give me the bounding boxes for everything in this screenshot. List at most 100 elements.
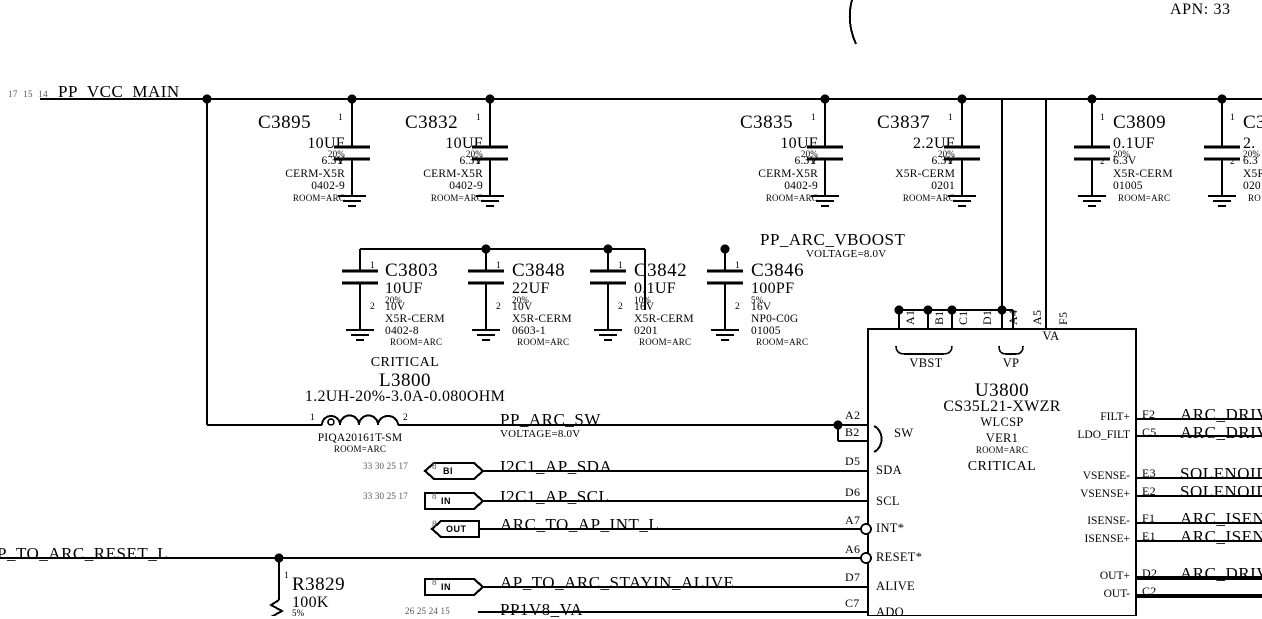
ic-right-pinnum-c5: C5 — [1142, 425, 1157, 439]
cap-pin1: 1 — [1230, 113, 1235, 123]
ic-right-pinnum-f2: F2 — [1142, 407, 1156, 421]
ic-left-fn-scl: SCL — [876, 494, 900, 508]
ic-right-fn-out-minus: OUT- — [1103, 588, 1130, 600]
cap-room: ROOM=ARC — [1118, 193, 1171, 203]
ic-top-pin-c1: C1 — [956, 310, 970, 325]
net-label-right-0: ARC_DRIV — [1180, 405, 1262, 424]
cap-room: ROOM=ARC — [756, 337, 809, 347]
cap-pin2: 2 — [338, 157, 343, 167]
cap-refdes: C3895 — [258, 112, 312, 133]
ic-left-fn-reset: RESET* — [876, 550, 923, 564]
cap-dielectric: CERM-X5R — [285, 168, 345, 180]
ic-group-vbst: VBST — [909, 356, 943, 370]
ic-left-pinnum-d5: D5 — [845, 454, 861, 468]
ic-top-pin-b1: B1 — [932, 310, 946, 325]
cap-pin1: 1 — [370, 261, 375, 271]
cap-refdes: C3809 — [1113, 112, 1167, 133]
cap-pin2: 2 — [948, 157, 953, 167]
apn-label: APN: 33 — [1170, 1, 1231, 18]
inductor-value: 1.2UH-20%-3.0A-0.080OHM — [304, 388, 506, 405]
pp1v8-sheet-refs: 26 25 24 15 — [405, 606, 450, 616]
ic-right-fn-out-plus: OUT+ — [1099, 570, 1130, 582]
net-label-right-3: SOLENOID_ — [1180, 482, 1262, 501]
cap-pin1: 1 — [735, 261, 740, 271]
net-label-right-6: ARC_DRIV — [1180, 564, 1262, 583]
cap-voltage: 6.3 — [1243, 155, 1258, 167]
ic-right-pinnum-e3: E3 — [1142, 466, 1156, 480]
cap-package: 01005 — [1113, 180, 1143, 192]
cap-room: ROOM=ARC — [430, 193, 483, 203]
cap-voltage: 6.3V — [1113, 155, 1137, 167]
ic-right-fn-isense-plus: ISENSE+ — [1084, 533, 1130, 545]
inductor-pin2: 2 — [403, 413, 408, 423]
net-label-right-2: SOLENOID_ — [1180, 464, 1262, 483]
vcc-sheet-refs: 17 15 14 — [8, 89, 48, 99]
cap-room: ROOM=ARC — [517, 337, 570, 347]
ic-left-pinnum-d6: D6 — [845, 485, 861, 499]
int-sheet-num: 8 — [432, 519, 437, 529]
ic-right-fn-vsense-plus: VSENSE+ — [1080, 488, 1130, 500]
ic-left-pinnum-d7: D7 — [845, 570, 861, 584]
cap-voltage: 6.3V — [794, 155, 818, 167]
cap-package: 020 — [1243, 180, 1261, 192]
ic-right-pinnum-f1: F1 — [1142, 511, 1156, 525]
ic-right-fn-filt-plus: FILT+ — [1100, 411, 1130, 423]
ic-group-va: VA — [1042, 329, 1060, 343]
net-label-pp-arc-sw: PP_ARC_SW — [500, 410, 601, 429]
cap-voltage: 6.3V — [459, 155, 483, 167]
net-label-right-1: ARC_DRIV — [1180, 423, 1262, 442]
ic-top-pin-a5: A5 — [1030, 309, 1044, 325]
signal-tag-out-int: OUT — [446, 524, 467, 534]
cap-package: 0201 — [634, 325, 658, 337]
sda-sheet-num: 8 — [432, 461, 437, 471]
cap-refdes: C3837 — [877, 112, 931, 133]
ic-top-pin-a4: A4 — [1006, 309, 1020, 325]
sda-sheet-refs: 33 30 25 17 — [363, 461, 408, 471]
cap-pin2: 2 — [618, 302, 623, 312]
scl-sheet-num: 8 — [432, 491, 437, 501]
cap-package: 0201 — [931, 180, 955, 192]
ic-right-fn-ldo-filt: LDO_FILT — [1077, 429, 1130, 441]
cap-pin1: 1 — [618, 261, 623, 271]
ic-left-fn-sda: SDA — [876, 463, 902, 477]
cap-room: RO — [1248, 193, 1261, 203]
cap-pin2: 2 — [476, 157, 481, 167]
cap-voltage: 6.3V — [931, 155, 955, 167]
alive-sheet-num: 8 — [432, 577, 437, 587]
net-label-i2c1-ap-sda: I2C1_AP_SDA — [500, 457, 613, 476]
cap-pin2: 2 — [1230, 157, 1235, 167]
cap-room: ROOM=ARC — [292, 193, 345, 203]
cap-room: ROOM=ARC — [639, 337, 692, 347]
cap-room: ROOM=ARC — [765, 193, 818, 203]
cap-dielectric: X5R-CERM — [634, 313, 694, 325]
schematic-sheet: APN: 33 17 15 14 PP_VCC_MAIN C3895 10UF … — [0, 0, 1262, 619]
ic-left-pinnum-c7: C7 — [845, 596, 860, 610]
net-label-pp-vcc-main: PP_VCC_MAIN — [58, 82, 180, 101]
net-label-ap-to-arc-stayin-alive: AP_TO_ARC_STAYIN_ALIVE — [500, 573, 735, 592]
net-label-i2c1-ap-scl: I2C1_AP_SCL — [500, 487, 610, 506]
cap-refdes: C3 — [1243, 112, 1262, 133]
scl-sheet-refs: 33 30 25 17 — [363, 491, 408, 501]
ic-left-pinnum-a2: A2 — [845, 408, 861, 422]
resistor-refdes: R3829 — [292, 574, 346, 595]
net-label-pp1v8-va: PP1V8_VA — [500, 600, 584, 619]
ic-top-pin-f5: F5 — [1056, 311, 1070, 325]
ic-top-pin-d1: D1 — [980, 309, 994, 325]
cap-pin1: 1 — [811, 113, 816, 123]
signal-tag-in-scl: IN — [441, 496, 451, 506]
cap-pin2: 2 — [370, 302, 375, 312]
ic-right-pinnum-c2: C2 — [1142, 584, 1157, 598]
ic-left-fn-sw: SW — [894, 426, 914, 440]
ic-room: ROOM=ARC — [975, 445, 1029, 455]
cap-refdes: C3803 — [385, 260, 439, 281]
cap-package: 0402-9 — [784, 180, 818, 192]
cap-refdes: C3848 — [512, 260, 566, 281]
ic-top-pin-a1: A1 — [903, 309, 917, 325]
cap-refdes: C3832 — [405, 112, 459, 133]
arc-sw-voltage-note: VOLTAGE=8.0V — [500, 428, 581, 440]
ic-left-fn-int: INT* — [876, 521, 905, 535]
resistor-pin1: 1 — [284, 571, 289, 581]
inductor-critical-note: CRITICAL — [370, 355, 440, 370]
vboost-voltage-note: VOLTAGE=8.0V — [806, 248, 887, 260]
cap-pin2: 2 — [496, 302, 501, 312]
